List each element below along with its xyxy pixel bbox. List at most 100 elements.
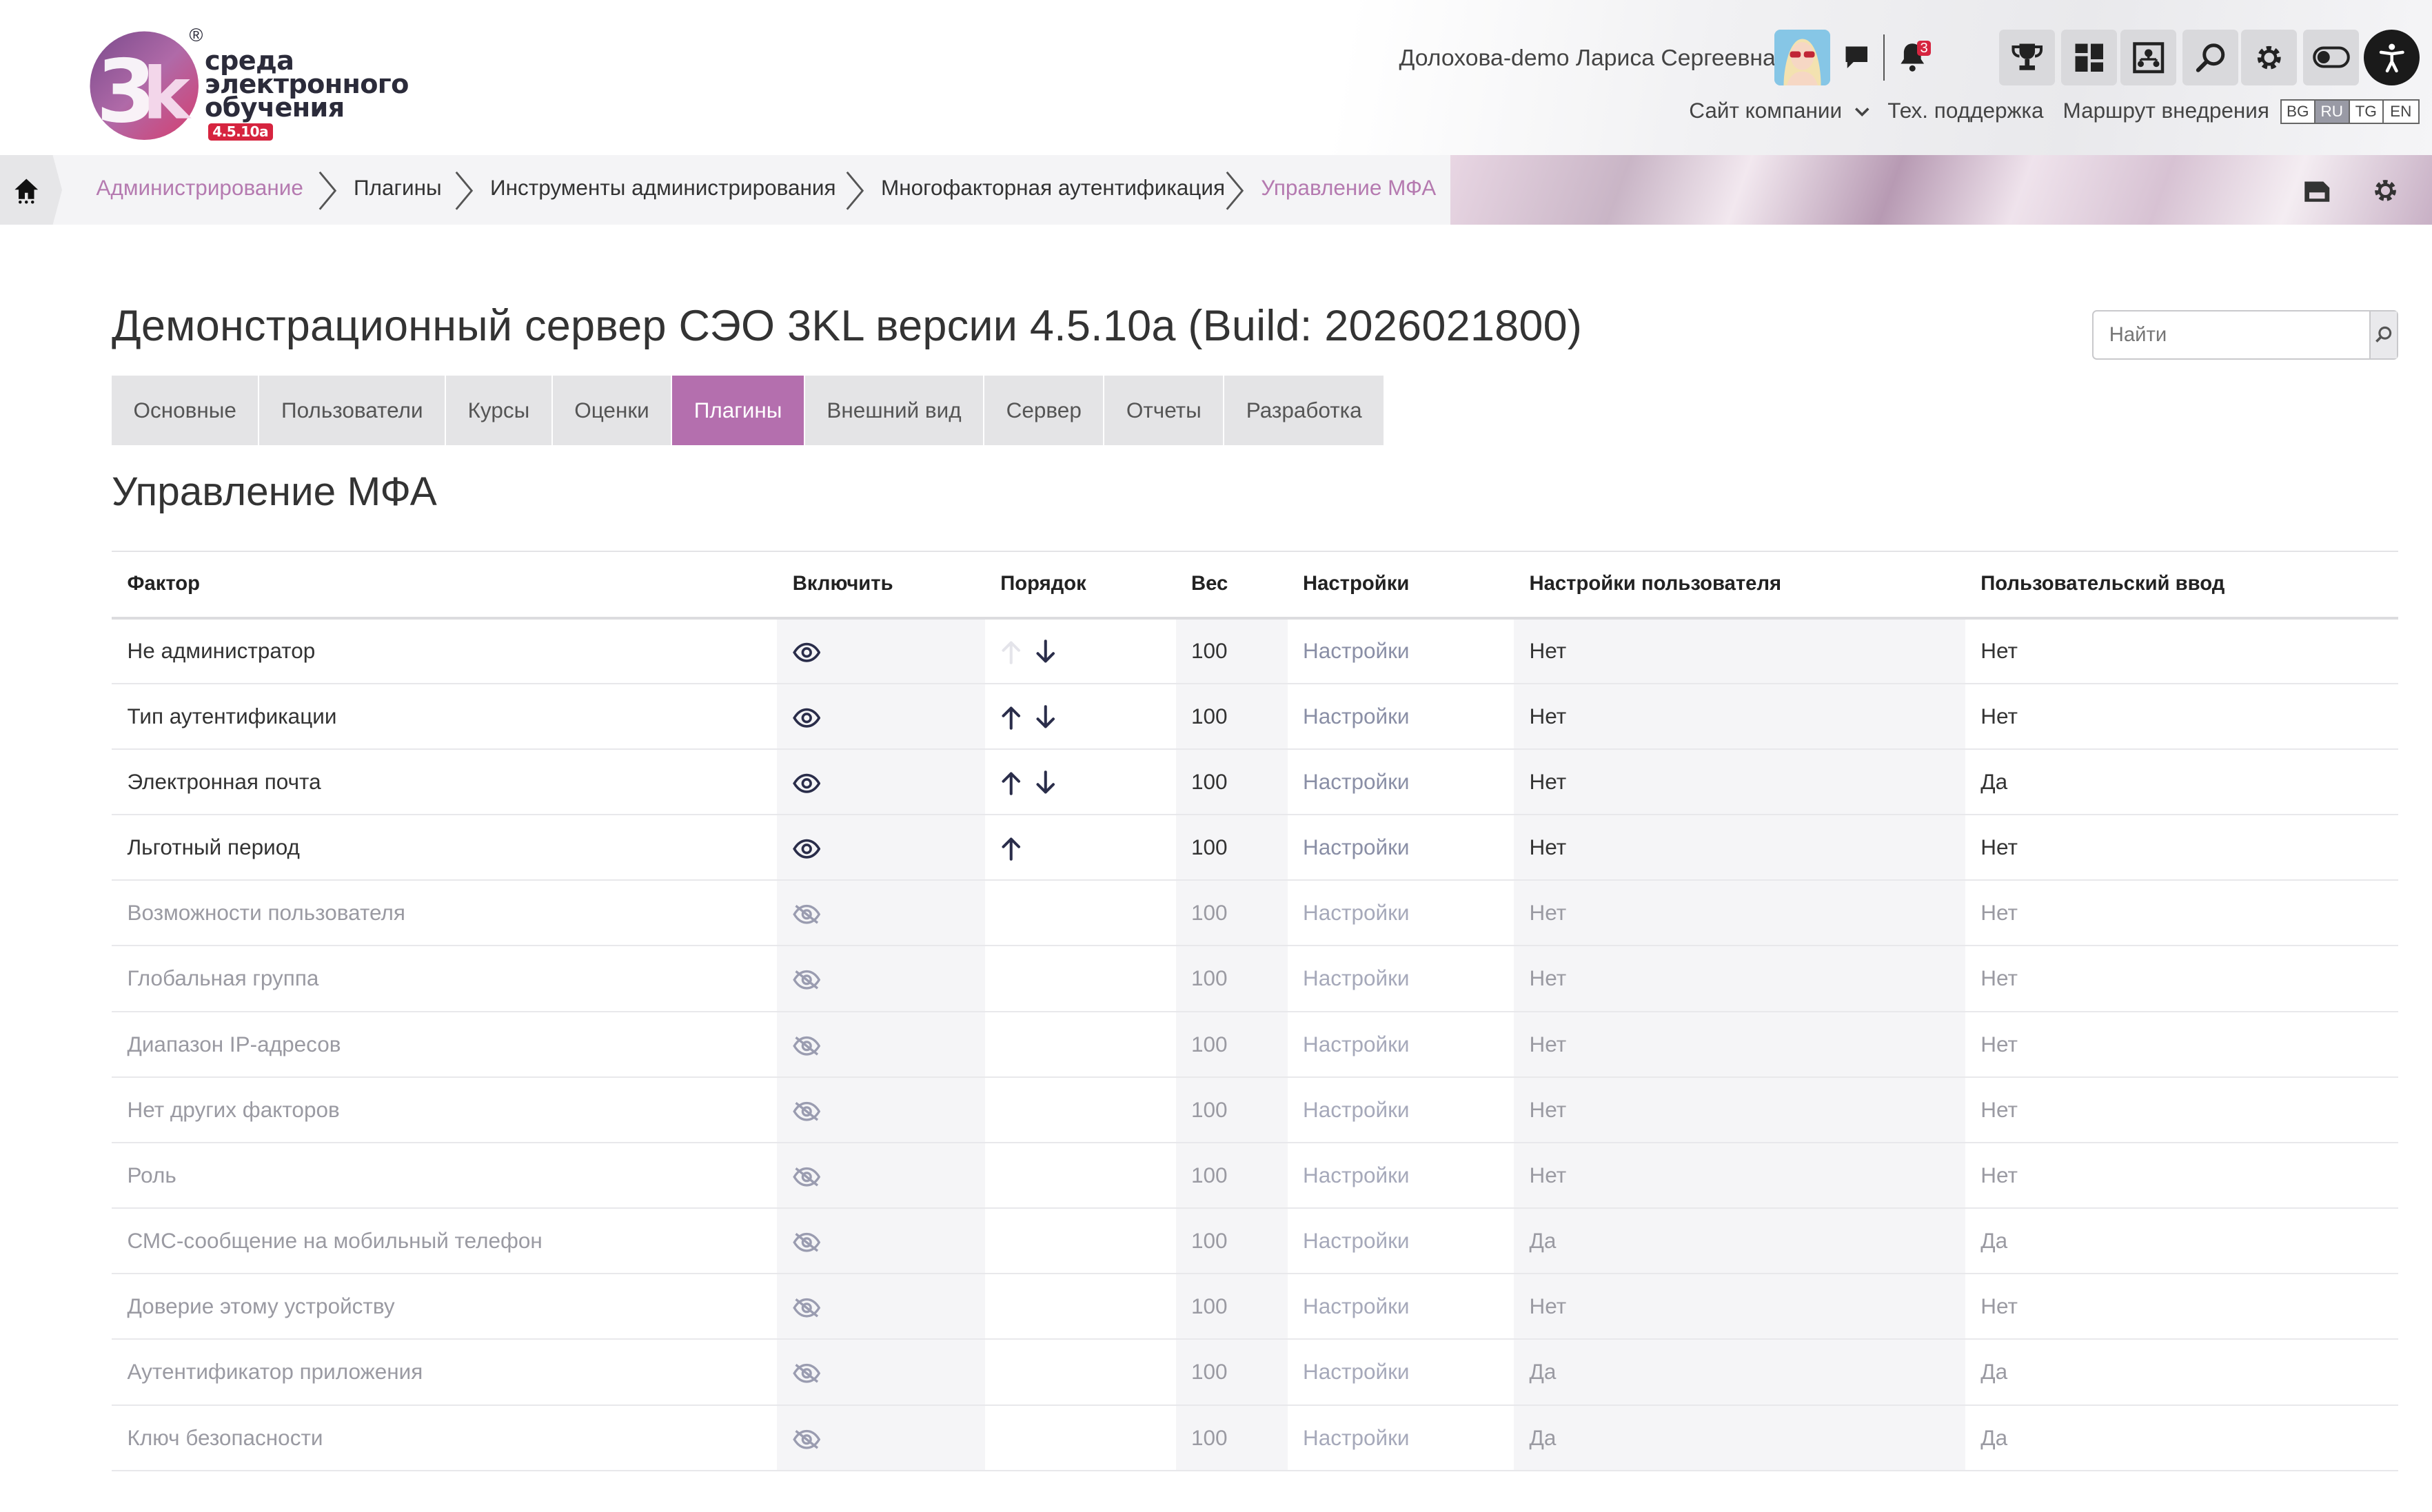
tab-7[interactable]: Сервер — [984, 375, 1105, 445]
column-header-settings: Настройки — [1287, 550, 1514, 620]
language-option-en[interactable]: EN — [2384, 101, 2418, 123]
table-header-row: Фактор Включить Порядок Вес Настройки На… — [112, 550, 2398, 620]
chat-icon[interactable] — [1840, 41, 1874, 75]
settings-gear-icon[interactable] — [2362, 167, 2409, 214]
settings-link[interactable]: Настройки — [1287, 1339, 1514, 1406]
move-up-icon[interactable] — [1000, 768, 1035, 795]
settings-link[interactable]: Настройки — [1287, 1142, 1514, 1209]
search-input[interactable] — [2094, 311, 2369, 358]
eye-icon[interactable] — [792, 835, 821, 859]
move-up-icon[interactable] — [1000, 703, 1035, 730]
language-option-ru[interactable]: RU — [2316, 101, 2350, 123]
factor-name: Возможности пользователя — [112, 880, 778, 947]
roadmap-link[interactable]: Маршрут внедрения — [2063, 98, 2269, 123]
move-down-icon[interactable] — [1035, 637, 1069, 663]
search-icon — [2375, 327, 2392, 343]
search-box — [2092, 310, 2398, 360]
eye-icon[interactable] — [792, 638, 821, 663]
eye-slash-icon[interactable] — [793, 1032, 821, 1056]
breadcrumb-item-admin-tools[interactable]: Инструменты администрирования — [490, 175, 836, 201]
settings-link[interactable]: Настройки — [1287, 1404, 1514, 1471]
weight-value: 100 — [1175, 1076, 1288, 1143]
notification-count-badge: 3 — [1917, 40, 1932, 56]
move-up-icon[interactable] — [1000, 834, 1035, 861]
site-header: 3 k ® среда электронного обучения4.5.10a… — [0, 0, 2432, 155]
language-option-tg[interactable]: TG — [2349, 101, 2384, 123]
breadcrumb-banner — [1450, 155, 2432, 225]
user-settings-value: Нет — [1514, 946, 1965, 1012]
header-divider — [1883, 34, 1885, 81]
eye-slash-icon[interactable] — [793, 900, 821, 925]
search-button[interactable] — [2369, 311, 2397, 358]
tab-2[interactable]: Пользователи — [259, 375, 447, 445]
eye-slash-icon[interactable] — [793, 1228, 821, 1253]
avatar[interactable] — [1774, 29, 1830, 85]
column-header-user-input: Пользовательский ввод — [1965, 550, 2398, 620]
save-icon[interactable] — [2294, 167, 2341, 214]
company-site-link[interactable]: Сайт компании — [1689, 98, 1869, 123]
breadcrumb-item-mfa[interactable]: Многофакторная аутентификация — [881, 175, 1225, 201]
weight-value: 100 — [1175, 683, 1288, 750]
weight-value: 100 — [1175, 815, 1288, 881]
mfa-factors-table: Фактор Включить Порядок Вес Настройки На… — [112, 550, 2398, 1471]
settings-link[interactable]: Настройки — [1287, 748, 1514, 816]
breadcrumb-item-plugins[interactable]: Плагины — [354, 175, 442, 201]
weight-value: 100 — [1175, 1208, 1288, 1275]
factor-name: Роль — [112, 1142, 778, 1209]
settings-link[interactable]: Настройки — [1287, 1011, 1514, 1078]
user-name[interactable]: Долохова-demo Лариса Сергеевна — [1399, 45, 1776, 72]
tab-8[interactable]: Отчеты — [1104, 375, 1225, 445]
support-link[interactable]: Тех. поддержка — [1887, 98, 2043, 123]
dashboard-icon[interactable] — [2061, 29, 2118, 85]
home-icon[interactable] — [0, 155, 62, 225]
factor-name: Доверие этому устройству — [112, 1274, 778, 1340]
tab-5[interactable]: Плагины — [672, 375, 805, 445]
user-settings-value: Нет — [1514, 1076, 1965, 1143]
move-down-icon[interactable] — [1035, 768, 1069, 794]
eye-icon[interactable] — [792, 704, 821, 728]
factor-name: Тип аутентификации — [112, 683, 778, 750]
user-input-value: Нет — [1965, 815, 2398, 881]
move-down-icon[interactable] — [1035, 703, 1069, 728]
settings-link[interactable]: Настройки — [1287, 880, 1514, 947]
settings-link[interactable]: Настройки — [1287, 1208, 1514, 1275]
trophy-icon[interactable] — [1999, 29, 2056, 85]
order-cell — [984, 946, 1176, 1012]
tab-6[interactable]: Внешний вид — [804, 375, 985, 445]
settings-link[interactable]: Настройки — [1287, 683, 1514, 750]
eye-slash-icon[interactable] — [793, 1097, 821, 1122]
gear-icon[interactable] — [2241, 29, 2298, 85]
factor-name: Нет других факторов — [112, 1076, 778, 1143]
toggle-icon[interactable] — [2303, 29, 2360, 85]
weight-value: 100 — [1175, 1339, 1288, 1406]
tab-1[interactable]: Основные — [112, 375, 260, 445]
logo[interactable]: 3 k ® среда электронного обучения4.5.10a — [87, 25, 409, 146]
accessibility-icon[interactable] — [2364, 29, 2420, 85]
settings-link[interactable]: Настройки — [1287, 1076, 1514, 1143]
settings-link[interactable]: Настройки — [1287, 946, 1514, 1012]
factor-name: Льготный период — [112, 815, 778, 881]
order-cell — [984, 683, 1176, 750]
eye-slash-icon[interactable] — [793, 1359, 821, 1384]
logo-text: среда электронного обучения4.5.10a — [205, 48, 409, 143]
search-icon[interactable] — [2182, 29, 2238, 85]
weight-value: 100 — [1175, 1274, 1288, 1340]
breadcrumb-item-admin[interactable]: Администрирование — [97, 175, 303, 201]
eye-slash-icon[interactable] — [793, 1425, 821, 1450]
settings-link[interactable]: Настройки — [1287, 815, 1514, 881]
eye-slash-icon[interactable] — [793, 1294, 821, 1318]
eye-slash-icon[interactable] — [793, 966, 821, 990]
chevron-right-icon — [846, 171, 864, 210]
settings-link[interactable]: Настройки — [1287, 617, 1514, 684]
language-option-bg[interactable]: BG — [2281, 101, 2316, 123]
org-chart-icon[interactable] — [2120, 29, 2176, 85]
tab-4[interactable]: Оценки — [552, 375, 673, 445]
settings-link[interactable]: Настройки — [1287, 1274, 1514, 1340]
table-row: Ключ безопасности 100 Настройки Да Да — [112, 1404, 2398, 1471]
tab-3[interactable]: Курсы — [446, 375, 553, 445]
section-title: Управление МФА — [112, 469, 437, 514]
eye-icon[interactable] — [792, 769, 821, 794]
tab-9[interactable]: Разработка — [1224, 375, 1386, 445]
eye-slash-icon[interactable] — [793, 1163, 821, 1187]
enable-cell — [777, 1339, 985, 1406]
